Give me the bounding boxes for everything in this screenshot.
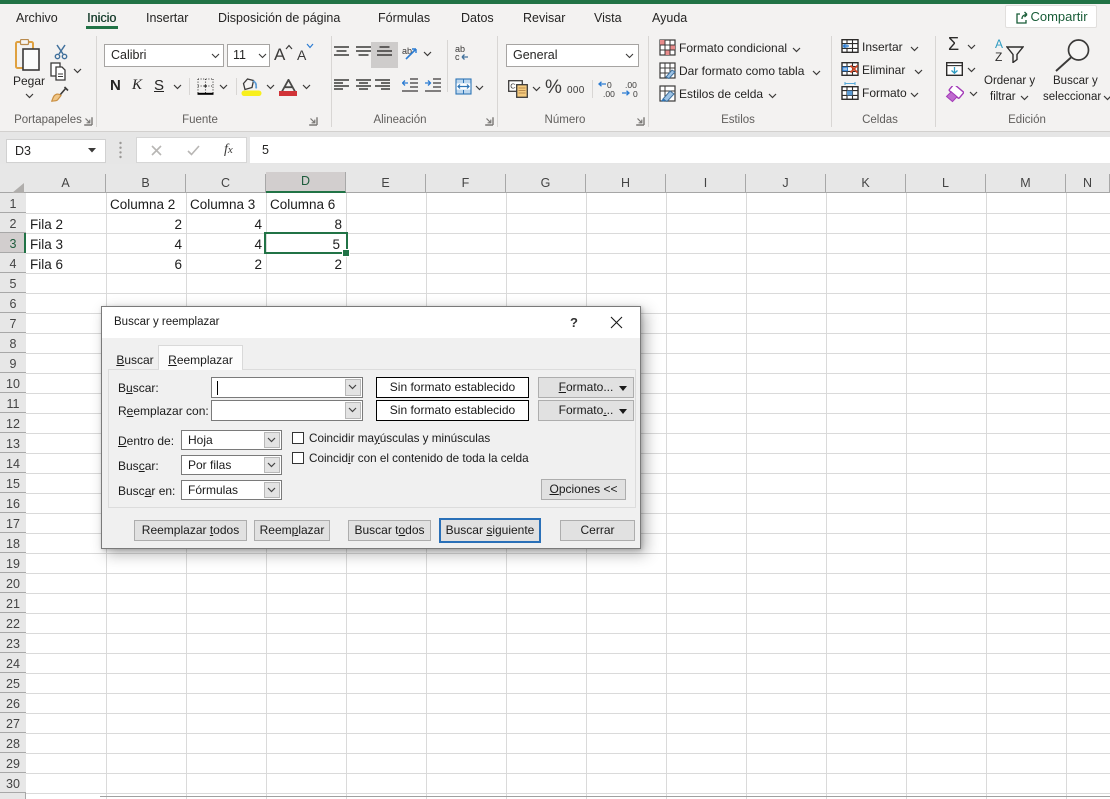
svg-text:0: 0 xyxy=(633,89,638,98)
svg-text:c: c xyxy=(455,52,460,61)
svg-text:.00: .00 xyxy=(603,89,615,98)
